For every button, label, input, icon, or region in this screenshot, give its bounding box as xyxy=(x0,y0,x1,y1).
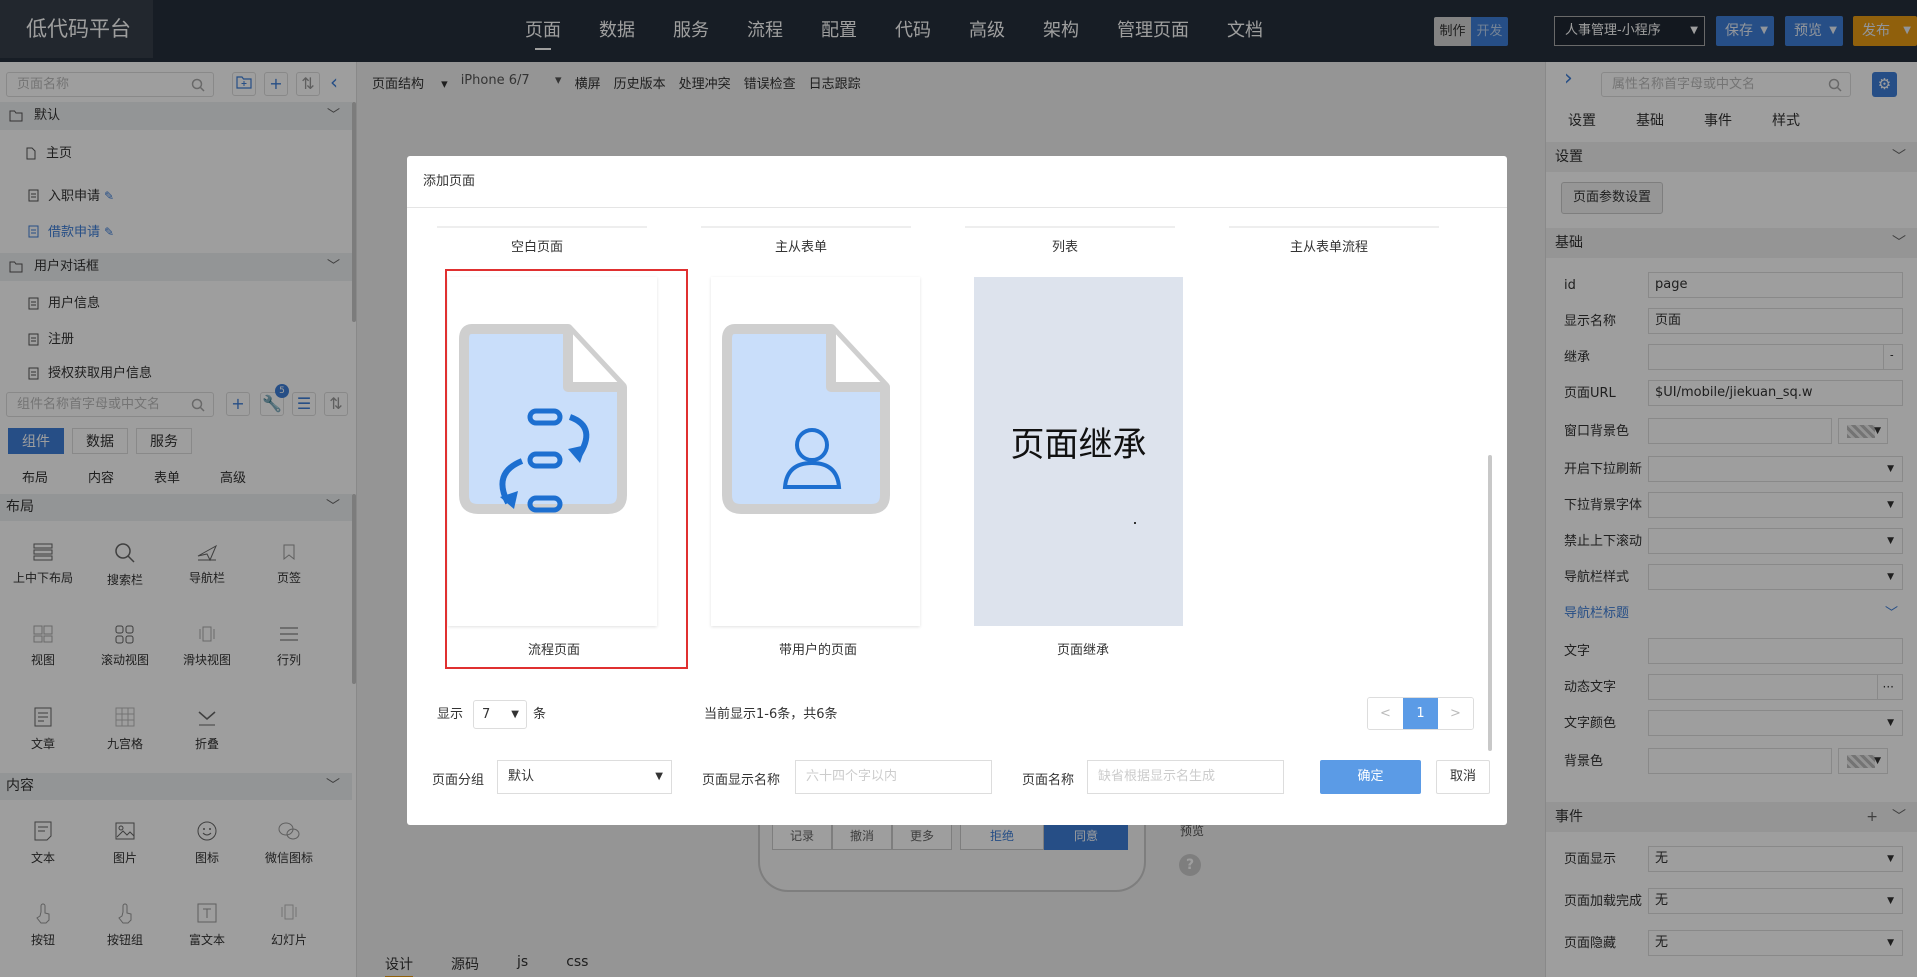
inherit-card-text: 页面继承 xyxy=(1010,425,1147,465)
template-blank-page[interactable]: 空白页面 xyxy=(437,236,637,255)
selection-highlight xyxy=(445,269,688,669)
template-master-detail-flow[interactable]: 主从表单流程 xyxy=(1229,236,1429,255)
dialog-scrollbar[interactable] xyxy=(1488,455,1492,751)
display-name-input[interactable]: 六十四个字以内 xyxy=(795,760,992,794)
user-page-icon xyxy=(722,324,890,514)
template-card-edge xyxy=(965,226,1175,228)
pagination: < 1 > xyxy=(1367,697,1474,730)
page-size-select[interactable]: 7 ▼ xyxy=(473,700,527,729)
pagination-status: 当前显示1-6条，共6条 xyxy=(704,707,838,722)
page-name-input[interactable]: 缺省根据显示名生成 xyxy=(1087,760,1284,794)
pager-next-button[interactable]: > xyxy=(1438,698,1473,729)
pager-prev-button[interactable]: < xyxy=(1368,698,1403,729)
card-caption-user-page[interactable]: 带用户的页面 xyxy=(718,639,918,658)
page-group-value: 默认 xyxy=(508,769,535,784)
group-label: 页面分组 xyxy=(432,773,485,788)
page-size-unit: 条 xyxy=(533,707,547,722)
page-size-value: 7 xyxy=(482,707,491,722)
template-master-detail[interactable]: 主从表单 xyxy=(701,236,901,255)
dialog-title: 添加页面 xyxy=(407,156,1507,208)
template-list[interactable]: 列表 xyxy=(965,236,1165,255)
template-card-edge xyxy=(437,226,647,228)
confirm-button[interactable]: 确定 xyxy=(1320,760,1421,794)
page-name-label: 页面名称 xyxy=(1022,773,1075,788)
template-card-edge xyxy=(1229,226,1439,228)
page-group-select[interactable]: 默认 ▼ xyxy=(497,760,672,794)
cancel-button[interactable]: 取消 xyxy=(1436,760,1490,794)
card-caption-inherit[interactable]: 页面继承 xyxy=(983,639,1183,658)
chevron-down-icon: ▼ xyxy=(655,771,663,782)
pager-page-1[interactable]: 1 xyxy=(1403,698,1438,729)
display-name-label: 页面显示名称 xyxy=(702,773,781,788)
template-card-edge xyxy=(701,226,911,228)
template-card-user-page[interactable] xyxy=(711,277,920,626)
inherit-card-dot xyxy=(1134,522,1136,524)
chevron-down-icon: ▼ xyxy=(511,709,519,720)
template-card-inherit[interactable]: 页面继承 xyxy=(974,277,1183,626)
page-size-label: 显示 xyxy=(437,707,464,722)
